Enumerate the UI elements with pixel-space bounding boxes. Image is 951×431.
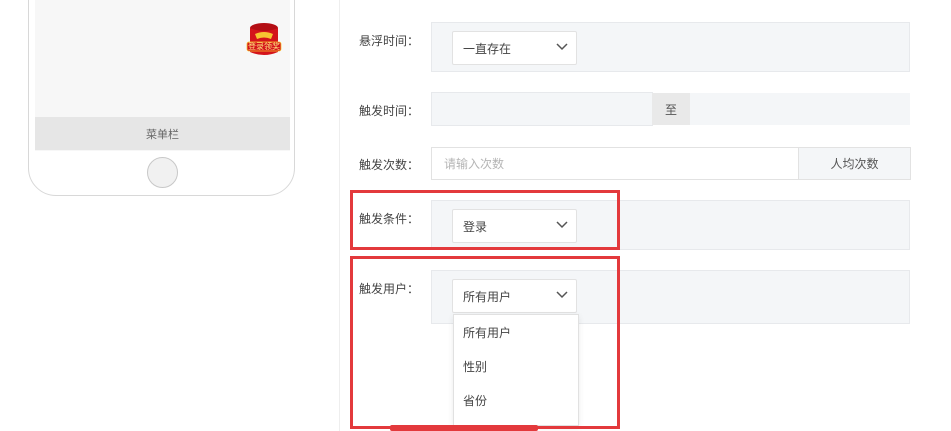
trigger-count-input[interactable] [431, 147, 799, 180]
section-divider [339, 0, 340, 431]
trigger-time-label: 触发时间： [359, 104, 420, 118]
count-suffix-text: 人均次数 [830, 157, 879, 171]
float-time-value: 一直存在 [463, 41, 512, 56]
trigger-count-suffix: 人均次数 [798, 147, 911, 180]
login-reward-badge-icon[interactable]: 登录领奖 [246, 22, 282, 58]
trigger-time-start-input[interactable] [431, 92, 653, 126]
chevron-down-icon [556, 43, 568, 51]
trigger-count-label: 触发次数： [359, 158, 420, 172]
float-time-select[interactable]: 一直存在 [452, 31, 577, 65]
badge-text: 登录领奖 [248, 41, 280, 51]
submit-button-edge[interactable] [390, 425, 538, 431]
highlight-box-condition [350, 190, 620, 250]
menu-bar: 菜单栏 [35, 117, 290, 150]
float-time-label: 悬浮时间： [359, 34, 420, 48]
trigger-time-end-input[interactable] [690, 93, 910, 125]
separator-text: 至 [664, 102, 677, 117]
trigger-time-separator: 至 [652, 93, 690, 125]
menu-bar-label: 菜单栏 [146, 127, 179, 141]
highlight-box-user [350, 256, 620, 429]
home-button[interactable] [147, 157, 178, 188]
